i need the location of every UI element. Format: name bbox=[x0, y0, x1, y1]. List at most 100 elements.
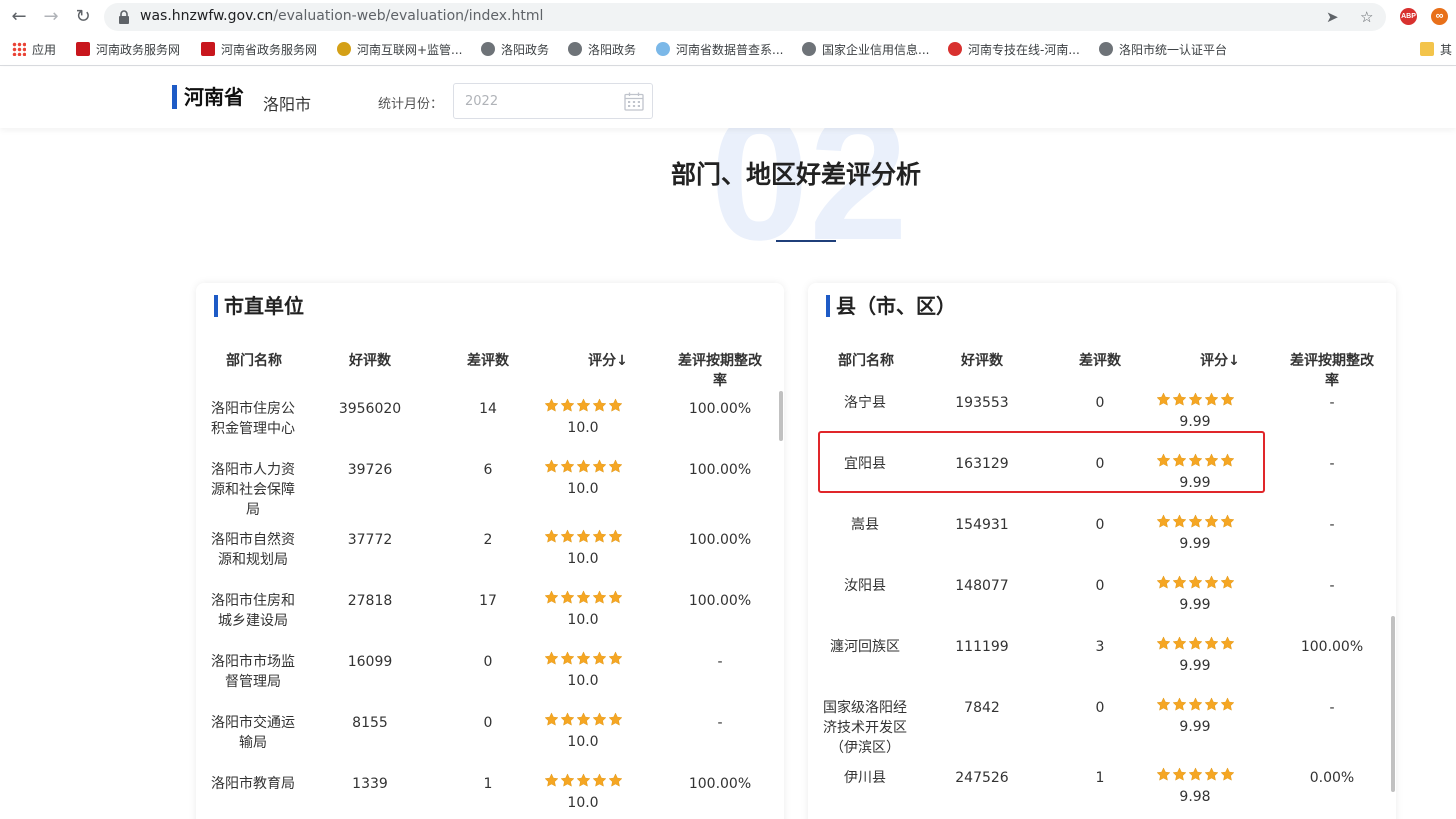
score-value: 9.99 bbox=[1179, 719, 1211, 735]
back-arrow-icon[interactable]: ← bbox=[8, 6, 30, 28]
score-value: 9.98 bbox=[1179, 789, 1211, 805]
column-header-rectification-rate: 差评按期整改率 bbox=[1290, 353, 1374, 389]
star-icon bbox=[1220, 697, 1235, 711]
column-header-score-sort[interactable]: 评分↓ bbox=[1180, 351, 1260, 371]
bad-count: 17 bbox=[479, 593, 497, 609]
star-icon bbox=[1172, 636, 1187, 650]
good-count: 193553 bbox=[955, 395, 1009, 411]
star-icon bbox=[560, 651, 575, 665]
star-icon bbox=[560, 529, 575, 543]
star-icon bbox=[1204, 767, 1219, 781]
section-title: 部门、地区好差评分析 bbox=[670, 160, 921, 189]
score-value: 9.99 bbox=[1179, 597, 1211, 613]
table-row: 洛阳市住房和城乡建设局 27818 17 10.0 100.00% bbox=[196, 585, 776, 646]
title-underline bbox=[776, 240, 836, 242]
extension-infinity-icon[interactable]: ∞ bbox=[1431, 8, 1448, 25]
url-path: /evaluation-web/evaluation/index.html bbox=[273, 8, 544, 24]
rectification-rate: 100.00% bbox=[688, 776, 752, 792]
score-value: 10.0 bbox=[567, 420, 599, 436]
star-icon bbox=[1204, 392, 1219, 406]
department-name: 洛阳市教育局 bbox=[211, 776, 295, 792]
good-count: 154931 bbox=[955, 517, 1009, 533]
rating-stars bbox=[1156, 767, 1236, 783]
bad-count: 6 bbox=[483, 462, 493, 478]
calendar-icon[interactable] bbox=[624, 92, 644, 111]
department-name: 洛阳市交通运输局 bbox=[211, 715, 295, 751]
bookmark-data-census[interactable]: 河南省数据普查系... bbox=[656, 41, 783, 59]
highlight-box bbox=[818, 431, 1265, 493]
table-row: 伊川县 247526 1 9.98 0.00% bbox=[808, 762, 1388, 819]
rectification-rate: 100.00% bbox=[688, 593, 752, 609]
globe-icon bbox=[802, 42, 816, 56]
table-row: 瀍河回族区 111199 3 9.99 100.00% bbox=[808, 631, 1388, 692]
star-icon bbox=[1172, 697, 1187, 711]
folder-icon bbox=[1420, 42, 1434, 56]
adblock-extension-icon[interactable]: ABP bbox=[1400, 8, 1417, 25]
department-name: 洛宁县 bbox=[844, 395, 886, 411]
bookmark-henan-pro-tech[interactable]: 河南专技在线-河南... bbox=[948, 41, 1080, 59]
apps-grid-icon bbox=[12, 42, 26, 56]
address-bar[interactable]: was.hnzwfw.gov.cn/evaluation-web/evaluat… bbox=[104, 3, 1386, 31]
bookmark-luoyang-auth[interactable]: 洛阳市统一认证平台 bbox=[1099, 41, 1227, 59]
star-icon bbox=[592, 712, 607, 726]
star-icon bbox=[1172, 575, 1187, 589]
table-row: 洛阳市市场监督管理局 16099 0 10.0 - bbox=[196, 646, 776, 707]
star-icon bbox=[592, 459, 607, 473]
globe-icon bbox=[1099, 42, 1113, 56]
forward-arrow-icon[interactable]: → bbox=[40, 6, 62, 28]
department-name: 国家级洛阳经济技术开发区（伊滨区） bbox=[823, 700, 907, 756]
table-row: 嵩县 154931 0 9.99 - bbox=[808, 509, 1388, 570]
bookmark-credit-info[interactable]: 国家企业信用信息... bbox=[802, 41, 929, 59]
department-name: 瀍河回族区 bbox=[830, 639, 900, 655]
bookmark-other[interactable]: 其 bbox=[1420, 41, 1452, 59]
star-icon bbox=[1188, 575, 1203, 589]
star-icon bbox=[1204, 575, 1219, 589]
star-icon bbox=[1220, 392, 1235, 406]
lock-icon bbox=[119, 10, 129, 24]
city-selector[interactable]: 洛阳市 bbox=[263, 91, 311, 115]
bookmark-luoyang-gov-2[interactable]: 洛阳政务 bbox=[568, 41, 636, 59]
star-icon bbox=[608, 651, 623, 665]
month-label: 统计月份： bbox=[378, 97, 444, 112]
rating-stars bbox=[544, 529, 624, 545]
star-icon bbox=[592, 773, 607, 787]
month-picker-input[interactable]: 2022 bbox=[453, 83, 653, 119]
vertical-scrollbar[interactable] bbox=[779, 391, 783, 441]
score-value: 10.0 bbox=[567, 795, 599, 811]
bookmark-henan-gov[interactable]: 河南政务服务网 bbox=[76, 41, 180, 59]
bookmark-apps[interactable]: 应用 bbox=[12, 41, 56, 59]
star-icon bbox=[592, 398, 607, 412]
star-icon bbox=[608, 712, 623, 726]
reload-icon[interactable]: ↻ bbox=[72, 6, 94, 28]
bookmark-label: 洛阳政务 bbox=[501, 43, 550, 57]
star-icon bbox=[1204, 636, 1219, 650]
column-header-bad: 差评数 bbox=[467, 353, 509, 369]
column-header-score-sort[interactable]: 评分↓ bbox=[568, 351, 648, 371]
table-row: 洛阳市自然资源和规划局 37772 2 10.0 100.00% bbox=[196, 524, 776, 585]
bookmark-henan-province-gov[interactable]: 河南省政务服务网 bbox=[201, 41, 317, 59]
bookmark-label: 洛阳市统一认证平台 bbox=[1119, 43, 1228, 57]
vertical-scrollbar[interactable] bbox=[1391, 616, 1395, 792]
rectification-rate: 0.00% bbox=[1309, 770, 1355, 786]
star-icon bbox=[1188, 697, 1203, 711]
bookmark-label: 国家企业信用信息... bbox=[822, 43, 930, 57]
star-icon bbox=[608, 529, 623, 543]
bookmark-star-icon[interactable]: ☆ bbox=[1360, 8, 1373, 26]
star-icon bbox=[592, 651, 607, 665]
month-value: 2022 bbox=[465, 94, 499, 109]
score-value: 9.99 bbox=[1179, 536, 1211, 552]
bookmark-internet-supervision[interactable]: 河南互联网+监管... bbox=[337, 41, 463, 59]
star-icon bbox=[1188, 514, 1203, 528]
star-icon bbox=[1156, 514, 1171, 528]
good-count: 7842 bbox=[964, 700, 1000, 716]
star-icon bbox=[1156, 697, 1171, 711]
cloud-icon bbox=[656, 42, 670, 56]
bookmark-luoyang-gov-1[interactable]: 洛阳政务 bbox=[481, 41, 549, 59]
rectification-rate: - bbox=[717, 715, 723, 731]
send-icon[interactable]: ➤ bbox=[1326, 8, 1339, 26]
star-icon bbox=[608, 398, 623, 412]
municipal-units-panel: 市直单位 部门名称 好评数 差评数 评分↓ 差评按期整改率 洛阳市住房公积金管理… bbox=[196, 283, 784, 819]
rating-stars bbox=[544, 590, 624, 606]
rectification-rate: - bbox=[1329, 517, 1335, 533]
star-icon bbox=[1220, 636, 1235, 650]
